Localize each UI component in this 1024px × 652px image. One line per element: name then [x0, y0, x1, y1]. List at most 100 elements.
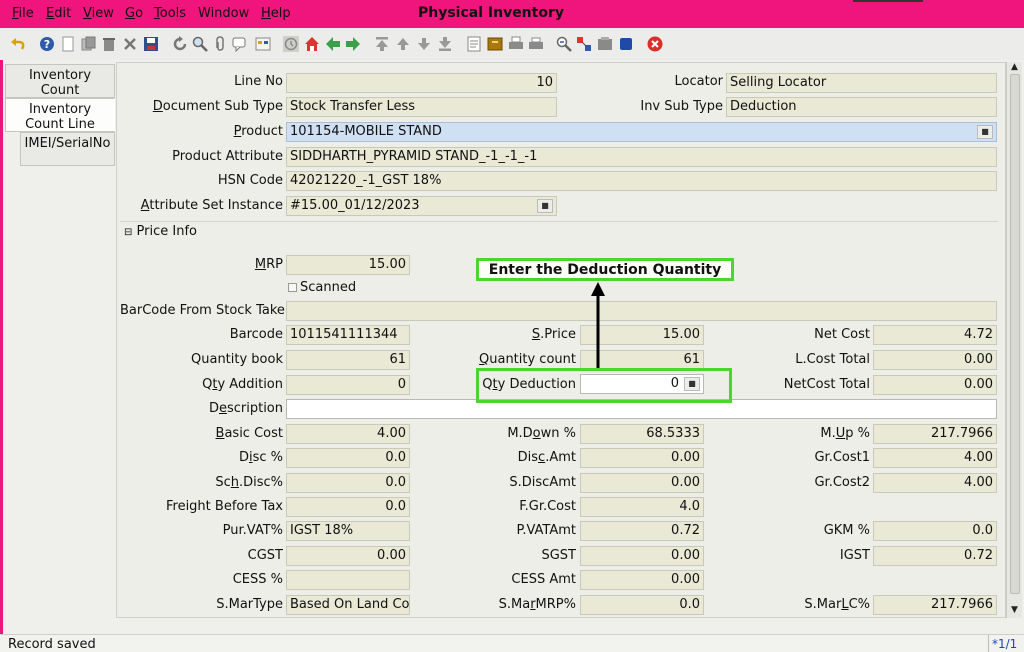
home-icon[interactable] — [304, 36, 320, 52]
attribute-set-instance-field[interactable]: #15.00_01/12/2023 — [286, 196, 557, 216]
next-record-icon[interactable] — [416, 36, 432, 52]
p-vat-amt-field[interactable]: 0.72 — [580, 521, 704, 541]
scanned-checkbox[interactable] — [288, 283, 297, 292]
p-vat-amt-label: P.VATAmt — [516, 523, 576, 538]
back-icon[interactable] — [325, 36, 341, 52]
sch-disc-field[interactable]: 0.0 — [286, 473, 410, 493]
delete-selection-icon[interactable] — [122, 36, 138, 52]
quantity-count-label: Quantity count — [430, 351, 576, 369]
refresh-icon[interactable] — [172, 36, 188, 52]
igst-label: IGST — [839, 548, 870, 563]
m-up-field[interactable]: 217.7966 — [873, 424, 997, 444]
s-disc-amt-field[interactable]: 0.00 — [580, 473, 704, 493]
label-prefix: M.D — [507, 426, 533, 441]
s-mar-lc-field[interactable]: 217.7966 — [873, 595, 997, 615]
scroll-thumb[interactable] — [1010, 74, 1020, 594]
net-cost-field[interactable]: 4.72 — [873, 325, 997, 345]
exit-icon[interactable] — [647, 36, 663, 52]
request-icon[interactable] — [576, 36, 592, 52]
netcost-total-field[interactable]: 0.00 — [873, 375, 997, 395]
label-mnemonic: D — [152, 99, 163, 114]
label-mnemonic: o — [532, 426, 541, 441]
mrp-field[interactable]: 15.00 — [286, 255, 410, 275]
barcode-from-stock-take-field[interactable] — [286, 301, 997, 321]
undo-icon[interactable] — [10, 36, 26, 52]
new-icon[interactable] — [60, 36, 76, 52]
gr-cost1-label: Gr.Cost1 — [814, 450, 870, 465]
annotation-arrow-icon — [591, 282, 605, 368]
l-cost-total-label: L.Cost Total — [795, 352, 870, 367]
qty-addition-field[interactable]: 0 — [286, 375, 410, 395]
last-record-icon[interactable] — [437, 36, 453, 52]
copy-icon[interactable] — [80, 36, 96, 52]
collapse-icon[interactable]: ⊟ — [124, 227, 132, 238]
net-cost-label: Net Cost — [814, 327, 870, 342]
save-icon[interactable] — [143, 36, 159, 52]
sgst-field[interactable]: 0.00 — [580, 546, 704, 566]
delete-icon[interactable] — [101, 36, 117, 52]
gr-cost2-field[interactable]: 4.00 — [873, 473, 997, 493]
scroll-up-icon[interactable]: ▲ — [1011, 62, 1018, 72]
disc-amt-label: Disc.Amt — [430, 449, 576, 467]
inv-sub-type-field[interactable]: Deduction — [726, 97, 997, 117]
basic-cost-field[interactable]: 4.00 — [286, 424, 410, 444]
section-divider — [120, 221, 998, 222]
attachment-icon[interactable] — [212, 36, 228, 52]
cess-pct-field[interactable] — [286, 570, 410, 590]
chat-icon[interactable] — [232, 36, 248, 52]
product-lookup-icon[interactable]: ■ — [977, 125, 993, 139]
product-field[interactable]: 101154-MOBILE STAND — [286, 122, 997, 142]
previous-record-icon[interactable] — [395, 36, 411, 52]
pur-vat-label: Pur.VAT% — [222, 523, 283, 538]
igst-field[interactable]: 0.72 — [873, 546, 997, 566]
product-attribute-field[interactable]: SIDDHARTH_PYRAMID STAND_-1_-1_-1 — [286, 147, 997, 167]
line-no-field[interactable]: 10 — [286, 73, 557, 93]
first-record-icon[interactable] — [374, 36, 390, 52]
barcode-field[interactable]: 1011541111344 — [286, 325, 410, 345]
label-text: ttribute Set Instance — [149, 198, 283, 213]
print-icon[interactable] — [508, 36, 524, 52]
record-position-indicator[interactable]: *1/1 — [988, 635, 1024, 652]
m-down-field[interactable]: 68.5333 — [580, 424, 704, 444]
print-preview-icon[interactable] — [528, 36, 544, 52]
scroll-down-icon[interactable]: ▼ — [1011, 605, 1018, 615]
gkm-field[interactable]: 0.0 — [873, 521, 997, 541]
price-info-section-header[interactable]: ⊟ Price Info — [124, 224, 197, 239]
hsn-code-field[interactable]: 42021220_-1_GST 18% — [286, 171, 997, 191]
multi-view-icon[interactable] — [255, 36, 271, 52]
s-disc-amt-label: S.DiscAmt — [509, 475, 576, 490]
cess-amt-field[interactable]: 0.00 — [580, 570, 704, 590]
cgst-field[interactable]: 0.00 — [286, 546, 410, 566]
locator-field[interactable]: Selling Locator — [726, 73, 997, 93]
document-sub-type-field[interactable]: Stock Transfer Less — [286, 97, 557, 117]
tab-imei-serialno[interactable]: IMEI/SerialNo — [20, 132, 115, 166]
vertical-scrollbar[interactable]: ▲ ▼ — [1006, 62, 1022, 618]
find-icon[interactable] — [192, 36, 208, 52]
freight-before-tax-field[interactable]: 0.0 — [286, 497, 410, 517]
archive-icon[interactable] — [487, 36, 503, 52]
quantity-book-field[interactable]: 61 — [286, 350, 410, 370]
f-gr-cost-field[interactable]: 4.0 — [580, 497, 704, 517]
label-prefix: S.Ma — [498, 597, 531, 612]
disc-amt-field[interactable]: 0.00 — [580, 448, 704, 468]
description-label: Description — [120, 400, 283, 418]
label-text: asic Cost — [224, 426, 283, 441]
hsn-code-label: HSN Code — [217, 173, 283, 188]
tab-label-line2: Count — [40, 83, 80, 98]
pur-vat-field[interactable]: IGST 18% — [286, 521, 410, 541]
attribute-set-lookup-icon[interactable]: ■ — [537, 199, 553, 213]
disc-pct-field[interactable]: 0.0 — [286, 448, 410, 468]
forward-icon[interactable] — [345, 36, 361, 52]
history-icon[interactable] — [283, 36, 299, 52]
tab-inventory-count-line[interactable]: Inventory Count Line — [5, 98, 115, 132]
process-icon[interactable] — [618, 36, 634, 52]
l-cost-total-field[interactable]: 0.00 — [873, 350, 997, 370]
s-mar-mrp-field[interactable]: 0.0 — [580, 595, 704, 615]
zoom-across-icon[interactable] — [556, 36, 572, 52]
report-icon[interactable] — [466, 36, 482, 52]
product-info-icon[interactable] — [597, 36, 613, 52]
s-mar-type-field[interactable]: Based On Land Cost — [286, 595, 410, 615]
help-icon[interactable]: ? — [39, 36, 55, 52]
gr-cost1-field[interactable]: 4.00 — [873, 448, 997, 468]
tab-inventory-count[interactable]: Inventory Count — [5, 64, 115, 98]
